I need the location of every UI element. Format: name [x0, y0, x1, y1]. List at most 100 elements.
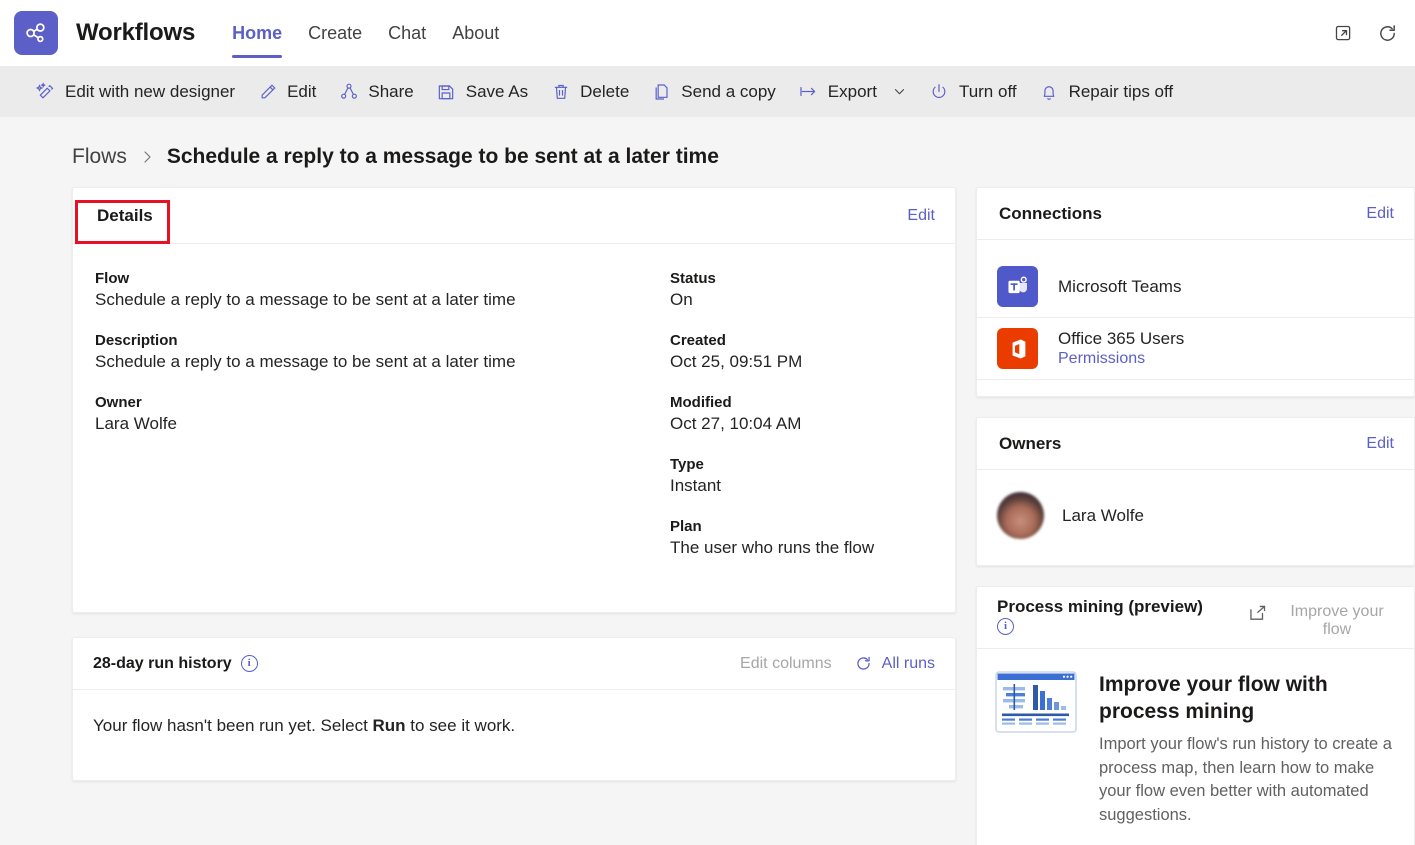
- content-columns: Details Edit Flow Schedule a reply to a …: [0, 187, 1415, 845]
- cmd-label: Turn off: [958, 81, 1017, 101]
- breadcrumb: Flows Schedule a reply to a message to b…: [0, 117, 1415, 187]
- office-365-icon: [997, 328, 1038, 369]
- chevron-down-icon: [892, 84, 907, 99]
- connections-title: Connections: [999, 203, 1102, 223]
- cmd-share[interactable]: Share: [327, 73, 424, 111]
- cmd-turn-off[interactable]: Turn off: [918, 73, 1028, 111]
- power-icon: [929, 81, 950, 102]
- field-label: Status: [670, 270, 716, 287]
- field-owner: Owner Lara Wolfe: [95, 394, 670, 434]
- edit-columns-link[interactable]: Edit columns: [740, 655, 832, 673]
- command-bar: Edit with new designer Edit Share Save A…: [0, 66, 1415, 117]
- cmd-edit-with-new-designer[interactable]: Edit with new designer: [24, 73, 246, 111]
- details-edit-link[interactable]: Edit: [907, 207, 935, 225]
- cmd-repair-tips-off[interactable]: Repair tips off: [1028, 73, 1185, 111]
- connection-row-teams[interactable]: Microsoft Teams: [977, 256, 1414, 318]
- field-label: Type: [670, 456, 704, 473]
- app-header: Workflows Home Create Chat About: [0, 0, 1415, 66]
- cmd-save-as[interactable]: Save As: [425, 73, 539, 111]
- nav-item-create[interactable]: Create: [295, 0, 375, 66]
- all-runs-label: All runs: [881, 654, 935, 672]
- process-mining-promo-desc: Import your flow's run history to create…: [1099, 735, 1392, 824]
- connections-card-header: Connections Edit: [977, 188, 1414, 240]
- owners-title: Owners: [999, 433, 1062, 453]
- chevron-right-icon: [139, 149, 155, 165]
- refresh-button[interactable]: [1373, 19, 1401, 47]
- all-runs-button[interactable]: All runs: [854, 654, 935, 673]
- process-mining-copy: Improve your flow with process mining Im…: [1099, 671, 1394, 827]
- avatar: [997, 492, 1044, 539]
- improve-your-flow-button[interactable]: Improve your flow: [1247, 597, 1396, 640]
- owner-name: Lara Wolfe: [1062, 505, 1144, 525]
- owners-card: Owners Edit Lara Wolfe: [976, 417, 1415, 566]
- cmd-label: Save As: [465, 81, 529, 101]
- connection-name: Office 365 Users: [1058, 329, 1185, 348]
- details-card: Details Edit Flow Schedule a reply to a …: [72, 187, 956, 613]
- owners-card-header: Owners Edit: [977, 418, 1414, 470]
- connection-text: Microsoft Teams: [1058, 277, 1181, 297]
- field-flow: Flow Schedule a reply to a message to be…: [95, 270, 670, 310]
- pencil-icon: [257, 81, 278, 102]
- process-mining-card: Process mining (preview) i Improve your …: [976, 586, 1415, 845]
- nav-item-home[interactable]: Home: [219, 0, 295, 66]
- share-icon: [338, 81, 359, 102]
- app-nav: Home Create Chat About: [219, 0, 512, 66]
- nav-item-about[interactable]: About: [439, 0, 512, 66]
- field-value: Schedule a reply to a message to be sent…: [95, 352, 516, 371]
- cmd-label: Edit with new designer: [65, 81, 236, 101]
- page-title: Schedule a reply to a message to be sent…: [166, 145, 719, 168]
- share-network-icon: [23, 20, 49, 46]
- cmd-export[interactable]: Export: [787, 73, 918, 111]
- info-icon[interactable]: i: [997, 618, 1014, 635]
- improve-your-flow-label: Improve your flow: [1290, 603, 1384, 639]
- pop-out-button[interactable]: [1329, 19, 1357, 47]
- field-modified: Modified Oct 27, 10:04 AM: [670, 394, 933, 434]
- connections-top-spacer: [977, 240, 1414, 256]
- copy-icon: [651, 81, 672, 102]
- run-history-card: 28-day run history i Edit columns All ru…: [72, 637, 956, 781]
- process-map-chart-icon: [995, 671, 1077, 827]
- run-history-title: 28-day run history: [93, 654, 232, 672]
- field-type: Type Instant: [670, 456, 933, 496]
- connection-row-office365[interactable]: Office 365 Users Permissions: [977, 318, 1414, 380]
- breadcrumb-parent-link[interactable]: Flows: [72, 145, 127, 169]
- field-value: Schedule a reply to a message to be sent…: [95, 290, 516, 309]
- field-value: Oct 25, 09:51 PM: [670, 352, 803, 371]
- connections-card: Connections Edit Microsoft Teams Office …: [976, 187, 1415, 397]
- main-column: Details Edit Flow Schedule a reply to a …: [72, 187, 956, 781]
- save-icon: [436, 81, 457, 102]
- process-mining-title-group: Process mining (preview) i: [997, 597, 1203, 635]
- field-status: Status On: [670, 270, 933, 310]
- open-in-new-icon: [1247, 603, 1268, 624]
- run-history-header: 28-day run history i Edit columns All ru…: [73, 638, 955, 690]
- tab-details[interactable]: Details: [75, 196, 175, 244]
- connection-text: Office 365 Users Permissions: [1058, 329, 1184, 368]
- app-title: Workflows: [76, 19, 196, 46]
- field-created: Created Oct 25, 09:51 PM: [670, 332, 933, 372]
- connections-bottom-spacer: [977, 380, 1414, 396]
- cmd-label: Delete: [580, 81, 630, 101]
- connection-permissions-link[interactable]: Permissions: [1058, 350, 1184, 368]
- field-value: Oct 27, 10:04 AM: [670, 414, 802, 433]
- cmd-delete[interactable]: Delete: [539, 73, 640, 111]
- run-history-actions: Edit columns All runs: [740, 654, 935, 673]
- details-card-body: Flow Schedule a reply to a message to be…: [73, 244, 955, 612]
- cmd-edit[interactable]: Edit: [246, 73, 327, 111]
- nav-item-chat[interactable]: Chat: [375, 0, 439, 66]
- cmd-send-a-copy[interactable]: Send a copy: [640, 73, 787, 111]
- info-icon[interactable]: i: [240, 655, 258, 672]
- cmd-label: Share: [368, 81, 414, 101]
- process-mining-body: Improve your flow with process mining Im…: [977, 649, 1414, 845]
- run-history-empty-state: Your flow hasn't been run yet. Select Ru…: [73, 690, 955, 780]
- cmd-label: Send a copy: [681, 81, 776, 101]
- owners-edit-link[interactable]: Edit: [1366, 435, 1394, 453]
- field-value: On: [670, 290, 693, 309]
- trash-icon: [550, 81, 571, 102]
- process-mining-header: Process mining (preview) i Improve your …: [977, 587, 1414, 649]
- field-label: Flow: [95, 270, 130, 287]
- cmd-label: Edit: [287, 81, 317, 101]
- details-right-column: Status On Created Oct 25, 09:51 PM Modif…: [670, 270, 933, 582]
- empty-text-after: to see it work.: [405, 716, 516, 735]
- cmd-label: Repair tips off: [1068, 81, 1174, 101]
- connections-edit-link[interactable]: Edit: [1366, 205, 1394, 223]
